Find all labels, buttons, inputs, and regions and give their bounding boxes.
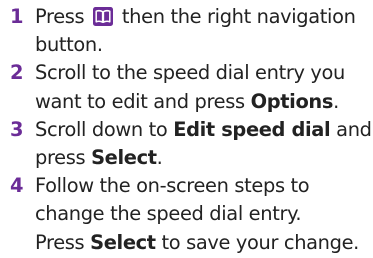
steps-list: 1 Press then the right navigation button…: [10, 3, 372, 257]
step-number: 1: [10, 5, 24, 28]
edit-speed-dial-keyword: Edit speed dial: [173, 117, 331, 141]
step-1-text: Press then the right navigation: [35, 5, 356, 28]
phonebook-key-icon: [93, 7, 114, 26]
step-number: 3: [10, 117, 24, 141]
instructions-page: 1 Press then the right navigation button…: [0, 0, 373, 258]
step-number: 2: [10, 61, 24, 85]
select-keyword: Select: [91, 146, 157, 170]
step-3-line-2: press Select.: [35, 146, 163, 170]
step-4-line-2: change the speed dial entry.: [35, 202, 302, 226]
step-1-line-2: button.: [35, 33, 103, 57]
step-4-line-3: Press Select to save your change.: [35, 230, 359, 254]
step-2: 2 Scroll to the speed dial entry you wan…: [10, 59, 368, 115]
step-4-line-1: Follow the on-screen steps to: [35, 174, 310, 198]
select-keyword: Select: [90, 230, 156, 254]
step-4: 4 Follow the on-screen steps to change t…: [10, 172, 368, 257]
step-3: 3 Scroll down to Edit speed dial and pre…: [10, 116, 372, 172]
step-3-line-1: Scroll down to Edit speed dial and: [35, 117, 372, 141]
options-keyword: Options: [250, 89, 334, 113]
step-2-line-1: Scroll to the speed dial entry you: [35, 61, 345, 85]
step-2-line-2: want to edit and press Options.: [35, 89, 339, 113]
step-number: 4: [10, 174, 24, 198]
step-1: 1 Press then the right navigation button…: [10, 3, 368, 59]
